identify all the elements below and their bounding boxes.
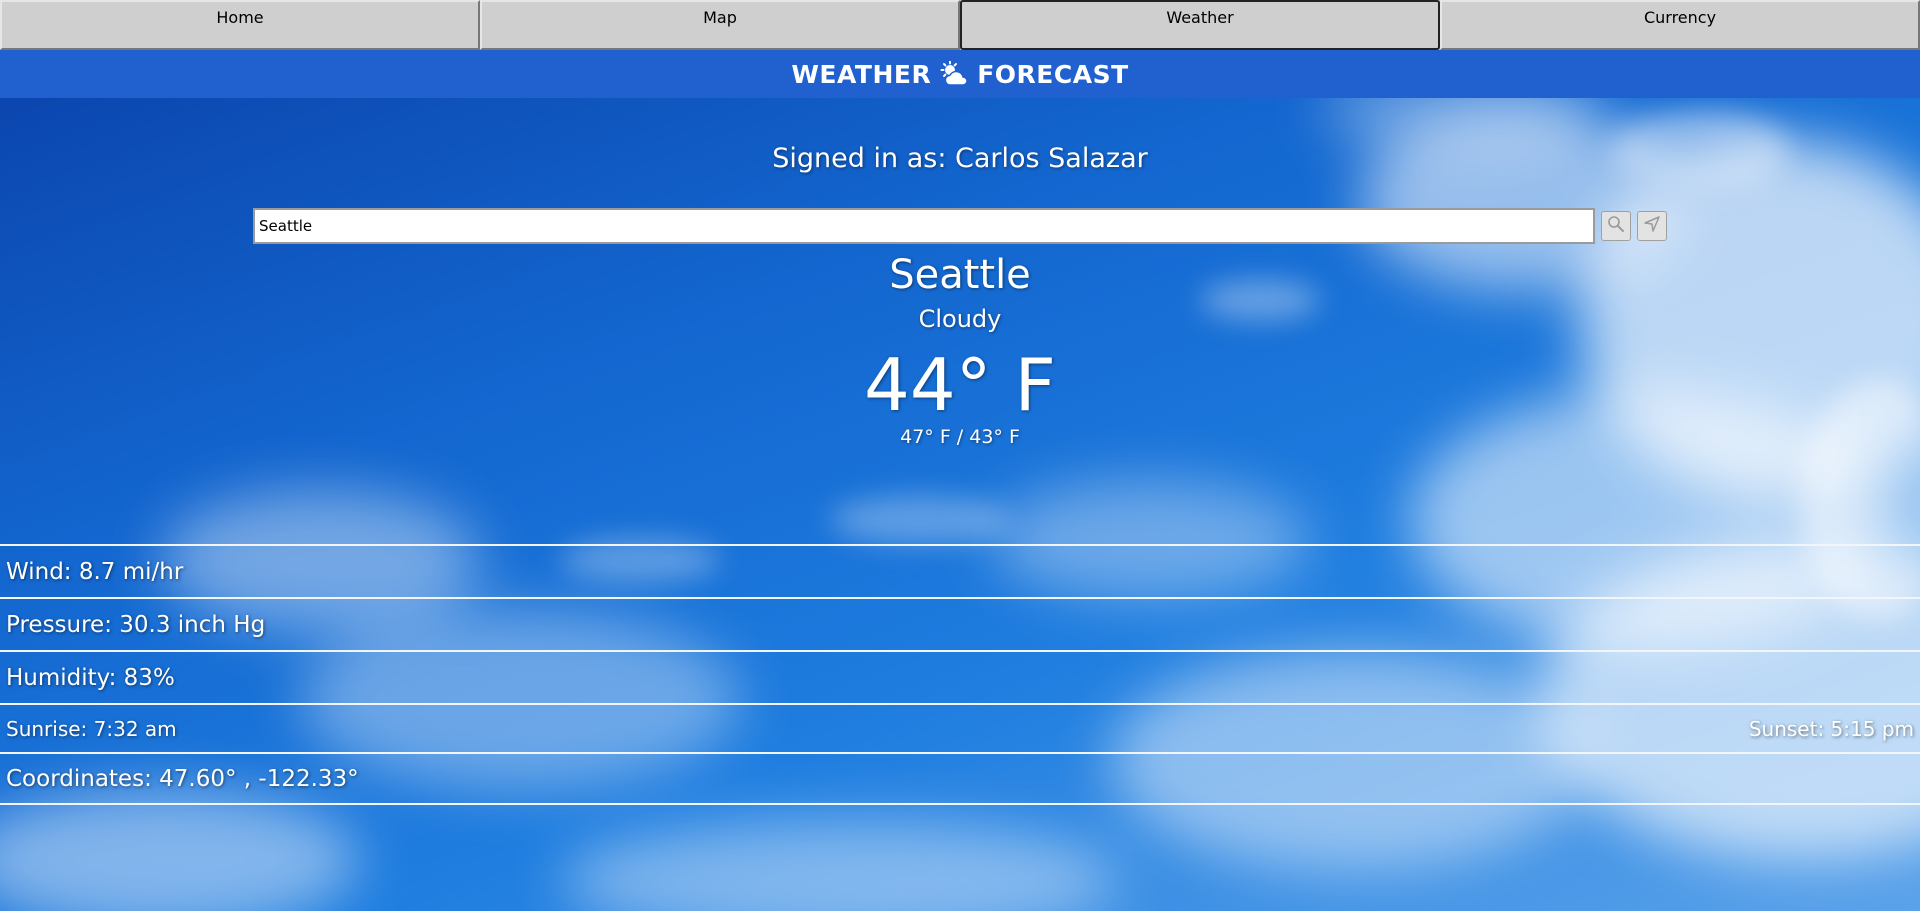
coordinates-value: Coordinates: 47.60° , -122.33°	[6, 765, 359, 792]
humidity-value: Humidity: 83%	[6, 664, 175, 691]
top-nav: Home Map Weather Currency	[0, 0, 1920, 50]
current-location-button[interactable]	[1637, 211, 1667, 241]
pressure-row: Pressure: 30.3 inch Hg	[0, 597, 1920, 650]
search-icon	[1607, 215, 1625, 237]
wind-value: Wind: 8.7 mi/hr	[6, 558, 184, 585]
weather-details: Wind: 8.7 mi/hr Pressure: 30.3 inch Hg H…	[0, 544, 1920, 805]
city-name: Seattle	[889, 252, 1031, 298]
search-button[interactable]	[1601, 211, 1631, 241]
sunset-value: Sunset: 5:15 pm	[1748, 716, 1914, 741]
high-low-temperature: 47° F / 43° F	[900, 426, 1020, 448]
wind-row: Wind: 8.7 mi/hr	[0, 544, 1920, 597]
current-temperature: 44° F	[864, 343, 1056, 427]
tab-weather[interactable]: Weather	[960, 0, 1440, 50]
app-header: WEATHER FORECAST	[0, 50, 1920, 98]
signed-in-label: Signed in as: Carlos Salazar	[772, 143, 1148, 174]
coordinates-row: Coordinates: 47.60° , -122.33°	[0, 752, 1920, 805]
header-title-right: FORECAST	[977, 59, 1129, 89]
city-search-input[interactable]	[253, 208, 1595, 244]
pressure-value: Pressure: 30.3 inch Hg	[6, 611, 266, 638]
tab-home[interactable]: Home	[0, 0, 480, 50]
header-title-left: WEATHER	[791, 59, 932, 89]
location-arrow-icon	[1643, 215, 1661, 237]
weather-condition: Cloudy	[918, 305, 1002, 333]
sun-times-row: Sunrise: 7:32 am Sunset: 5:15 pm	[0, 703, 1920, 752]
humidity-row: Humidity: 83%	[0, 650, 1920, 703]
tab-map[interactable]: Map	[480, 0, 960, 50]
sunrise-value: Sunrise: 7:32 am	[6, 716, 177, 741]
sun-cloud-icon	[939, 61, 969, 87]
tab-currency[interactable]: Currency	[1440, 0, 1920, 50]
search-bar	[253, 208, 1667, 244]
